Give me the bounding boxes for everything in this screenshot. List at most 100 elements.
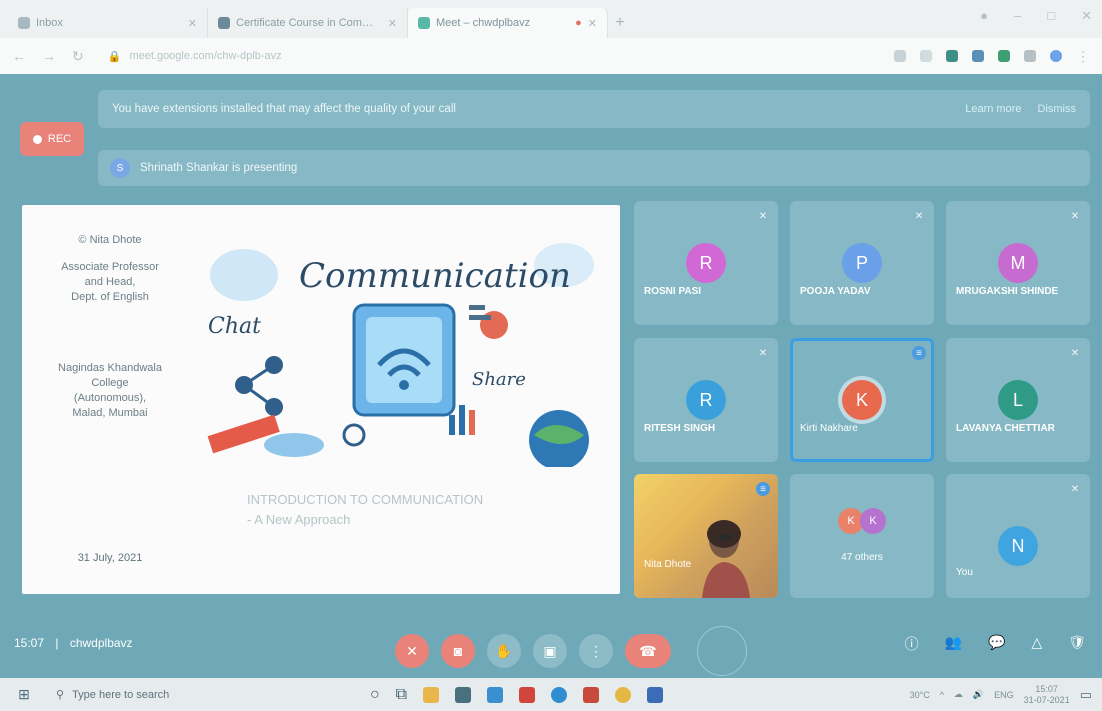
meet-icon — [418, 17, 430, 29]
self-tile[interactable]: ✕ N You — [946, 474, 1090, 598]
cortana-icon[interactable]: ○ — [370, 686, 380, 704]
close-icon[interactable]: ✕ — [588, 17, 597, 30]
participant-name: Kirti Nakhare — [800, 423, 858, 434]
participant-name: POOJA YADAV — [800, 286, 871, 297]
volume-icon[interactable]: 🔊 — [973, 689, 984, 700]
word-icon[interactable] — [647, 686, 664, 703]
url-text: meet.google.com/chw-dplb-avz — [129, 50, 282, 62]
participant-name: RITESH SINGH — [644, 423, 716, 434]
art-word-chat: Chat — [208, 314, 261, 339]
windows-start-icon[interactable]: ⊞ — [10, 686, 38, 703]
present-button[interactable]: ▣ — [533, 634, 567, 668]
art-word-communication: Communication — [299, 256, 571, 296]
participant-tile[interactable]: ✕ R ROSNI PASI — [634, 201, 778, 325]
learn-more-link[interactable]: Learn more — [965, 103, 1021, 115]
antivirus2-icon[interactable] — [583, 686, 600, 703]
edge-icon[interactable] — [551, 686, 568, 703]
tab-course[interactable]: Certificate Course in Communication ✕ — [208, 8, 408, 38]
profile-icon[interactable]: ● — [980, 8, 988, 24]
tray-arrow-icon[interactable]: ^ — [940, 690, 944, 700]
participant-tile[interactable]: ✕ R RITESH SINGH — [634, 338, 778, 462]
search-icon: ⚲ — [56, 689, 65, 701]
check-extension-icon[interactable] — [946, 50, 958, 62]
taskbar-search[interactable]: ⚲ Type here to search — [56, 683, 336, 707]
network-icon[interactable]: ☁ — [954, 689, 963, 700]
raise-hand-button[interactable]: ✋ — [487, 634, 521, 668]
close-window-button[interactable]: ✕ — [1081, 8, 1092, 24]
star-icon[interactable] — [920, 50, 932, 62]
activities-icon[interactable]: △ — [1031, 634, 1042, 654]
folder-icon[interactable] — [423, 686, 440, 703]
participant-name: Nita Dhote — [644, 559, 692, 570]
forward-icon[interactable]: → — [42, 48, 56, 64]
presenting-bar: S Shrinath Shankar is presenting — [98, 150, 1090, 186]
mic-toggle-button[interactable]: ✕ — [395, 634, 429, 668]
college-line: Malad, Mumbai — [72, 407, 148, 419]
participant-tile[interactable]: ✕ L LAVANYA CHETTIAR — [946, 338, 1090, 462]
close-icon[interactable]: ✕ — [188, 17, 197, 30]
new-tab-button[interactable]: + — [608, 8, 632, 38]
avatar: L — [998, 380, 1038, 420]
mail-icon[interactable] — [487, 686, 504, 703]
college-line: College — [91, 377, 129, 389]
end-call-button[interactable]: ☎ — [625, 634, 671, 668]
minimize-button[interactable]: – — [1014, 8, 1021, 24]
extension-icons: ⋮ — [894, 48, 1090, 65]
right-panel-buttons: ⓘ 👥 💬 △ 🛡 — [905, 634, 1086, 654]
chrome-icon[interactable] — [615, 686, 632, 703]
puzzle-icon[interactable] — [1024, 50, 1036, 62]
participant-tile[interactable]: ✕ M MRUGAKSHI SHINDE — [946, 201, 1090, 325]
close-icon[interactable]: ● — [575, 17, 582, 29]
participant-tile-active-speaker[interactable]: ≡ K Kirti Nakhare — [790, 338, 934, 462]
weather-text[interactable]: 30°C — [910, 690, 930, 700]
store-icon[interactable] — [455, 686, 472, 703]
avatar: N — [998, 526, 1038, 566]
tab-meet[interactable]: Meet – chwdplbavz ● ✕ — [408, 8, 608, 38]
more-options-button[interactable]: ⋮ — [579, 634, 613, 668]
screen: Inbox ✕ Certificate Course in Communicat… — [0, 0, 1102, 711]
task-view-icon[interactable]: ⧉ — [396, 686, 407, 704]
language-indicator[interactable]: ENG — [994, 690, 1014, 700]
tab-inbox[interactable]: Inbox ✕ — [8, 8, 208, 38]
people-icon[interactable]: 👥 — [945, 634, 962, 654]
participant-video-tile[interactable]: ≡ Nita Dhote — [634, 474, 778, 598]
others-count-label: 47 others — [841, 552, 883, 563]
info-icon[interactable]: ⓘ — [905, 634, 919, 654]
menu-icon[interactable]: ⋮ — [1076, 48, 1090, 65]
url-field[interactable]: 🔒 meet.google.com/chw-dplb-avz — [99, 44, 878, 68]
camera-indicator-icon[interactable] — [894, 50, 906, 62]
taskbar-apps: ○ ⧉ — [370, 686, 664, 704]
speaking-indicator-icon: ≡ — [912, 346, 926, 360]
dismiss-link[interactable]: Dismiss — [1038, 103, 1077, 115]
chat-icon[interactable]: 💬 — [988, 634, 1005, 654]
tab-title: Certificate Course in Communication — [236, 17, 382, 29]
others-tile[interactable]: K K 47 others — [790, 474, 934, 598]
clock[interactable]: 15:07 31-07-2021 — [1024, 684, 1070, 706]
avatar: S — [110, 158, 130, 178]
window-controls: ● – □ ✕ — [980, 8, 1092, 24]
participant-name: You — [956, 567, 973, 578]
antivirus-icon[interactable] — [519, 686, 536, 703]
notification-icon[interactable]: ▭ — [1080, 687, 1092, 703]
annotation-overlay-circle — [697, 626, 747, 676]
avatar: K — [860, 508, 886, 534]
maximize-button[interactable]: □ — [1047, 8, 1055, 24]
reload-icon[interactable]: ↻ — [72, 48, 84, 65]
participant-name: LAVANYA CHETTIAR — [956, 423, 1055, 434]
security-icon[interactable]: 🛡 — [1068, 634, 1086, 654]
recording-indicator[interactable]: REC — [20, 122, 84, 156]
close-icon[interactable]: ✕ — [388, 17, 397, 30]
meeting-code: chwdplbavz — [69, 636, 133, 650]
green-extension-icon[interactable] — [998, 50, 1010, 62]
avatar[interactable] — [1050, 50, 1062, 62]
more-icon: ⋮ — [589, 642, 603, 659]
mic-muted-icon: ✕ — [758, 210, 768, 222]
participant-tile[interactable]: ✕ P POOJA YADAV — [790, 201, 934, 325]
gmail-icon — [18, 17, 30, 29]
camera-toggle-button[interactable]: ◙ — [441, 634, 475, 668]
back-icon[interactable]: ← — [12, 48, 26, 64]
hang-up-icon: ☎ — [639, 642, 657, 659]
search-placeholder: Type here to search — [72, 688, 170, 701]
g-extension-icon[interactable] — [972, 50, 984, 62]
call-control-buttons: ✕ ◙ ✋ ▣ ⋮ ☎ — [395, 626, 747, 676]
